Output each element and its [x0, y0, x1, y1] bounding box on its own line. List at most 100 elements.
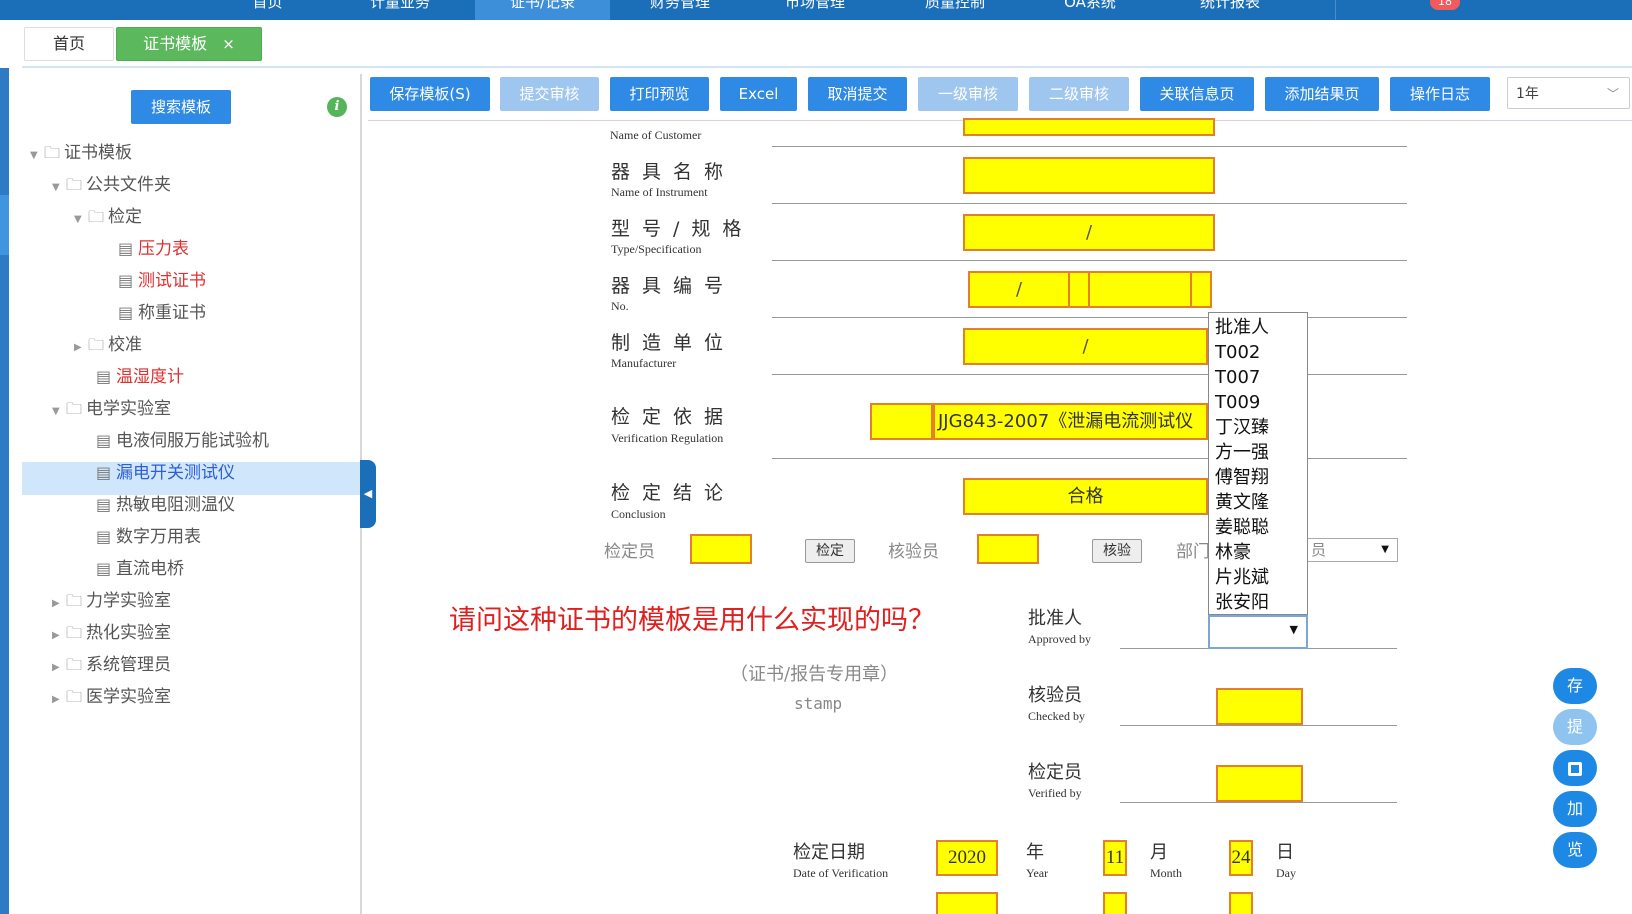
next-row-month-field[interactable] [1103, 892, 1127, 914]
add-result-page-button[interactable]: 添加结果页 [1265, 77, 1379, 111]
tree-verify-folder[interactable]: ▼ 🗀 检定 [74, 202, 142, 232]
fab-add-button[interactable]: 加 [1553, 791, 1597, 827]
verify-button[interactable]: 检定 [805, 539, 855, 563]
related-info-button[interactable]: 关联信息页 [1140, 77, 1254, 111]
regulation-code-field[interactable] [870, 403, 933, 440]
info-icon[interactable]: i [327, 97, 347, 117]
instrument-no-field-2[interactable] [1068, 271, 1090, 308]
tree-item-test-cert[interactable]: ▤ 测试证书 [118, 266, 206, 296]
tree-item-servo[interactable]: ▤ 电液伺服万能试验机 [96, 426, 269, 456]
tree-calib-folder[interactable]: ▶ 🗀 校准 [74, 330, 142, 360]
year-field[interactable]: 2020 [936, 840, 998, 876]
day-field[interactable]: 24 [1229, 840, 1253, 876]
tree-med-lab-folder[interactable]: ▶ 🗀 医学实验室 [52, 682, 171, 712]
nav-quality[interactable]: 质量控制 [905, 0, 1005, 20]
tree-elec-lab-folder[interactable]: ▼ 🗀 电学实验室 [52, 394, 171, 424]
review-level2-button[interactable]: 二级审核 [1029, 77, 1129, 111]
fab-submit-button[interactable]: 提 [1553, 709, 1597, 745]
nav-divider [1335, 0, 1336, 20]
fab-excel-button[interactable] [1553, 750, 1597, 786]
instrument-no-field[interactable]: / [968, 271, 1070, 308]
chevron-right-icon[interactable]: ▶ [52, 685, 66, 715]
dropdown-option[interactable]: T002 [1215, 340, 1301, 365]
collapse-sidebar-button[interactable]: ◀ [360, 460, 376, 528]
tab-cert-label: 证书模板 [143, 34, 208, 53]
dropdown-option[interactable]: T007 [1215, 365, 1301, 390]
customer-field[interactable] [963, 118, 1215, 136]
tree-item-thermistor[interactable]: ▤ 热敏电阻测温仪 [96, 490, 235, 520]
save-template-button[interactable]: 保存模板(S) [370, 77, 490, 111]
instrument-no-field-3[interactable] [1088, 271, 1192, 308]
fab-preview-button[interactable]: 览 [1553, 832, 1597, 868]
period-select[interactable]: 1年 ﹀ [1507, 77, 1630, 109]
tree-item-dc-bridge[interactable]: ▤ 直流电桥 [96, 554, 184, 584]
nav-stats[interactable]: 统计报表 [1180, 0, 1280, 20]
check-button[interactable]: 核验 [1092, 539, 1142, 563]
operation-log-button[interactable]: 操作日志 [1390, 77, 1490, 111]
checker-field[interactable] [977, 534, 1039, 564]
tree-public-folder[interactable]: ▼ 🗀 公共文件夹 [52, 170, 171, 200]
conclusion-field[interactable]: 合格 [963, 478, 1208, 515]
tree-label: 称重证书 [138, 303, 206, 323]
dropdown-option[interactable]: 批准人 [1215, 315, 1301, 340]
instrument-name-field[interactable] [963, 157, 1215, 194]
excel-button[interactable]: Excel [720, 77, 797, 111]
month-field[interactable]: 11 [1103, 840, 1127, 876]
tree-thermo-lab-folder[interactable]: ▶ 🗀 热化实验室 [52, 618, 171, 648]
chevron-right-icon[interactable]: ▶ [74, 333, 88, 363]
print-preview-button[interactable]: 打印预览 [610, 77, 709, 111]
submit-review-button[interactable]: 提交审核 [500, 77, 599, 111]
verifier-field[interactable] [690, 534, 752, 564]
approver-select[interactable]: ▼ [1208, 615, 1308, 649]
verified-by-field[interactable] [1216, 765, 1303, 802]
nav-metrology[interactable]: 计量业务 [350, 0, 450, 20]
dropdown-option[interactable]: 片兆斌 [1215, 565, 1301, 590]
tab-close-icon[interactable]: × [222, 35, 235, 53]
nav-home[interactable]: 首页 [230, 0, 305, 20]
manufacturer-field[interactable]: / [963, 328, 1208, 365]
chevron-right-icon[interactable]: ▶ [52, 653, 66, 683]
chevron-down-icon[interactable]: ▼ [30, 141, 44, 171]
dropdown-option[interactable]: 黄文隆 [1215, 490, 1301, 515]
next-row-day-field[interactable] [1229, 892, 1253, 914]
chevron-right-icon[interactable]: ▶ [52, 621, 66, 651]
dropdown-option[interactable]: 方一强 [1215, 440, 1301, 465]
tree-root-folder[interactable]: ▼ 🗀 证书模板 [30, 138, 132, 168]
tree-item-weigh-cert[interactable]: ▤ 称重证书 [118, 298, 206, 328]
cancel-submit-button[interactable]: 取消提交 [808, 77, 907, 111]
chevron-down-icon[interactable]: ▼ [74, 205, 88, 235]
nav-oa[interactable]: OA系统 [1040, 0, 1140, 20]
tab-certificate-templates[interactable]: 证书模板 × [116, 27, 262, 61]
tree-item-leak-tester[interactable]: ▤ 漏电开关测试仪 [96, 458, 235, 488]
nav-certificates[interactable]: 证书/记录 [475, 0, 610, 20]
type-spec-field[interactable]: / [963, 214, 1215, 251]
review-level1-button[interactable]: 一级审核 [918, 77, 1018, 111]
chevron-down-icon[interactable]: ▼ [52, 397, 66, 427]
number-cn-label: 器具编号 [611, 275, 736, 297]
next-row-field[interactable] [936, 892, 998, 914]
dropdown-option[interactable]: 林豪 [1215, 540, 1301, 565]
nav-finance[interactable]: 财务管理 [630, 0, 730, 20]
tree-item-pressure[interactable]: ▤ 压力表 [118, 234, 189, 264]
dropdown-option[interactable]: 丁汉臻 [1215, 415, 1301, 440]
instrument-no-field-4[interactable] [1190, 271, 1212, 308]
tree-mech-lab-folder[interactable]: ▶ 🗀 力学实验室 [52, 586, 171, 616]
fab-save-button[interactable]: 存 [1553, 668, 1597, 704]
dropdown-option[interactable]: 傅智翔 [1215, 465, 1301, 490]
chevron-left-icon: ◀ [363, 487, 373, 500]
chevron-right-icon[interactable]: ▶ [52, 589, 66, 619]
approver-dropdown-list[interactable]: 批准人 T002 T007 T009 丁汉臻 方一强 傅智翔 黄文隆 姜聪聪 林… [1208, 312, 1308, 615]
chevron-down-icon[interactable]: ▼ [52, 173, 66, 203]
regulation-field[interactable]: JJG843-2007《泄漏电流测试仪 [933, 403, 1208, 440]
tab-home[interactable]: 首页 [24, 27, 114, 61]
notification-badge[interactable]: 18 [1430, 0, 1460, 10]
search-templates-button[interactable]: 搜索模板 [131, 90, 231, 124]
dropdown-option[interactable]: 姜聪聪 [1215, 515, 1301, 540]
tree-item-multimeter[interactable]: ▤ 数字万用表 [96, 522, 201, 552]
dropdown-option[interactable]: T009 [1215, 390, 1301, 415]
tree-item-hygro[interactable]: ▤ 温湿度计 [96, 362, 184, 392]
dropdown-option[interactable]: 张安阳 [1215, 590, 1301, 615]
checked-by-field[interactable] [1216, 688, 1303, 725]
tree-sys-admin-folder[interactable]: ▶ 🗀 系统管理员 [52, 650, 171, 680]
nav-market[interactable]: 市场管理 [765, 0, 865, 20]
